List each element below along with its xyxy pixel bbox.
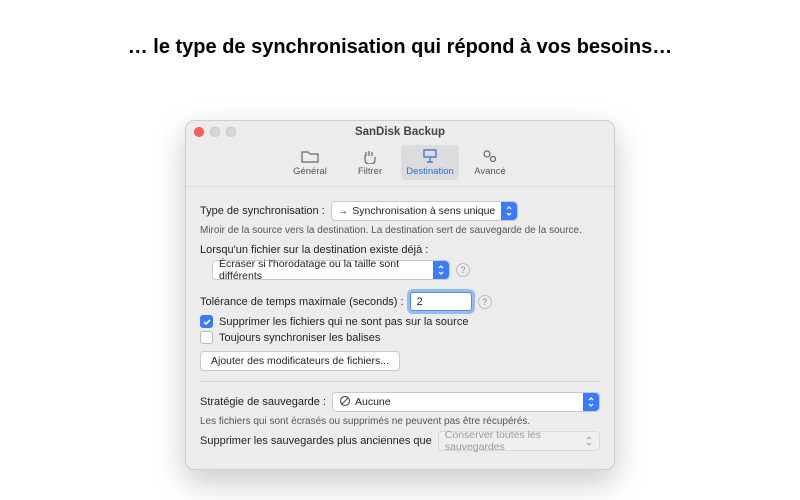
tab-filter-label: Filtrer [358, 166, 382, 177]
tolerance-label: Tolérance de temps maximale (seconds) : [200, 296, 404, 308]
delete-orphans-label: Supprimer les fichiers qui ne sont pas s… [219, 316, 468, 328]
sync-tags-label: Toujours synchroniser les balises [219, 332, 380, 344]
sync-tags-checkbox[interactable] [200, 331, 213, 344]
tab-general-label: Général [293, 166, 327, 177]
close-icon[interactable] [194, 127, 204, 137]
add-modifiers-label: Ajouter des modificateurs de fichiers... [211, 355, 389, 367]
arrow-right-icon: → [338, 205, 349, 217]
tab-filter[interactable]: Filtrer [341, 145, 399, 180]
strategy-value: Aucune [355, 396, 391, 408]
add-modifiers-button[interactable]: Ajouter des modificateurs de fichiers... [200, 351, 400, 371]
toolbar: Général Filtrer Destination Avancé [186, 143, 614, 187]
tab-general[interactable]: Général [281, 145, 339, 180]
tab-content: Type de synchronisation : → Synchronisat… [186, 187, 614, 469]
tab-destination-label: Destination [406, 166, 454, 177]
select-stepper-icon [583, 393, 599, 411]
page-headline: … le type de synchronisation qui répond … [0, 36, 800, 59]
exists-value: Écraser si l'horodatage ou la taille son… [219, 258, 427, 282]
strategy-label: Stratégie de sauvegarde : [200, 396, 326, 408]
sync-type-label: Type de synchronisation : [200, 205, 325, 217]
prune-select: Conserver toutes les sauvegardes [438, 431, 600, 451]
prune-label: Supprimer les sauvegardes plus anciennes… [200, 435, 432, 447]
window-titlebar: SanDisk Backup [186, 121, 614, 143]
settings-window: SanDisk Backup Général Filtrer Destinati… [185, 120, 615, 470]
strategy-hint: Les fichiers qui sont écrasés ou supprim… [200, 416, 600, 427]
minimize-icon[interactable] [210, 127, 220, 137]
exists-select[interactable]: Écraser si l'horodatage ou la taille son… [212, 260, 450, 280]
help-icon[interactable]: ? [478, 295, 492, 309]
tab-advanced-label: Avancé [474, 166, 506, 177]
gears-icon [480, 147, 500, 165]
divider [200, 381, 600, 382]
select-stepper-icon [501, 202, 517, 220]
destination-icon [420, 147, 440, 165]
prune-value: Conserver toutes les sauvegardes [445, 429, 581, 453]
tab-advanced[interactable]: Avancé [461, 145, 519, 180]
tolerance-input[interactable]: 2 [410, 292, 472, 311]
exists-label: Lorsqu'un fichier sur la destination exi… [200, 244, 600, 256]
chevron-updown-icon [585, 435, 593, 450]
hand-icon [360, 147, 380, 165]
window-title: SanDisk Backup [355, 126, 445, 138]
sync-type-select[interactable]: → Synchronisation à sens unique [331, 201, 519, 221]
help-icon[interactable]: ? [456, 263, 470, 277]
tolerance-value: 2 [417, 296, 423, 308]
select-stepper-icon [433, 261, 449, 279]
zoom-icon[interactable] [226, 127, 236, 137]
sync-type-hint: Miroir de la source vers la destination.… [200, 225, 600, 236]
folder-icon [300, 147, 320, 165]
window-controls [194, 121, 236, 143]
delete-orphans-checkbox[interactable] [200, 315, 213, 328]
sync-type-value: Synchronisation à sens unique [352, 205, 495, 217]
strategy-select[interactable]: Aucune [332, 392, 600, 412]
no-strategy-icon [339, 395, 351, 410]
tab-destination[interactable]: Destination [401, 145, 459, 180]
